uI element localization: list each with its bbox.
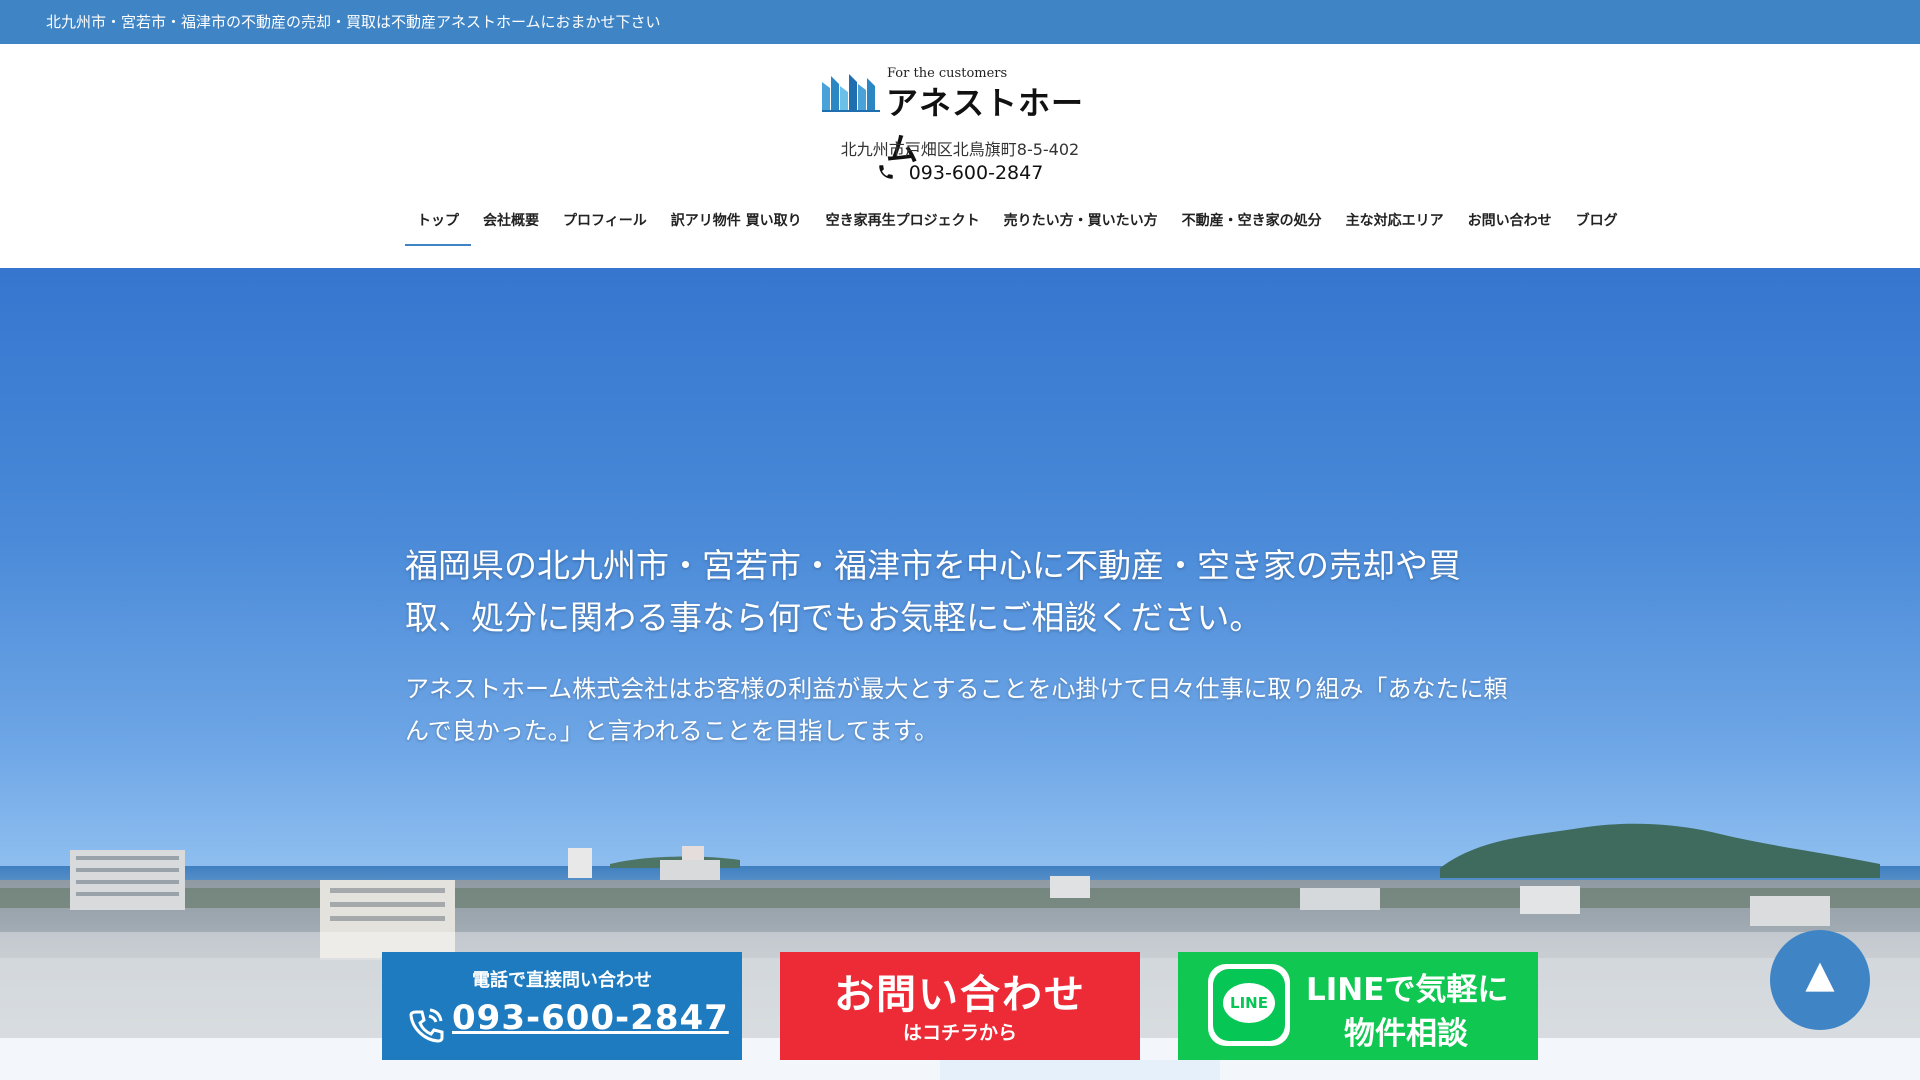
contact-cta-subtitle: はコチラから bbox=[902, 1022, 1017, 1044]
line-cta-button[interactable]: LINE LINEで気軽に 物件相談 bbox=[1178, 952, 1538, 1060]
nav-item-distressed-property[interactable]: 訳アリ物件 買い取り bbox=[659, 210, 814, 246]
hero-text-block: 福岡県の北九州市・宮若市・福津市を中心に不動産・空き家の売却や買取、処分に関わる… bbox=[405, 540, 1515, 752]
hero-banner: 福岡県の北九州市・宮若市・福津市を中心に不動産・空き家の売却や買取、処分に関わる… bbox=[0, 268, 1920, 1038]
hero-body: アネストホーム株式会社はお客様の利益が最大とすることを心掛けて日々仕事に取り組み… bbox=[405, 675, 1508, 745]
building-logo-icon bbox=[822, 74, 880, 112]
arrow-up-icon: ▲ bbox=[1805, 952, 1835, 996]
line-icon-label: LINE bbox=[1230, 994, 1268, 1012]
header-phone-number: 093-600-2847 bbox=[908, 162, 1044, 184]
hero-headline: 福岡県の北九州市・宮若市・福津市を中心に不動産・空き家の売却や買取、処分に関わる… bbox=[405, 546, 1461, 637]
nav-item-company[interactable]: 会社概要 bbox=[471, 210, 551, 246]
company-address: 北九州市戸畑区北鳥旗町8-5-402 bbox=[840, 140, 1080, 159]
nav-item-contact[interactable]: お問い合わせ bbox=[1456, 210, 1564, 246]
nav-item-sell-buy[interactable]: 売りたい方・買いたい方 bbox=[992, 210, 1170, 246]
phone-cta-button[interactable]: 電話で直接問い合わせ 093-600-2847 bbox=[382, 952, 742, 1060]
site-logo[interactable]: For the customers アネストホーム bbox=[822, 66, 1100, 168]
nav-item-blog[interactable]: ブログ bbox=[1564, 210, 1630, 246]
main-nav: トップ 会社概要 プロフィール 訳アリ物件 買い取り 空き家再生プロジェクト 売… bbox=[405, 210, 1630, 250]
phone-cta-caption: 電話で直接問い合わせ bbox=[472, 970, 652, 991]
nav-item-top[interactable]: トップ bbox=[405, 210, 471, 246]
header-phone[interactable]: 093-600-2847 bbox=[0, 162, 1920, 184]
scroll-to-top-button[interactable]: ▲ bbox=[1770, 930, 1870, 1030]
handset-icon bbox=[409, 1008, 444, 1043]
nav-item-disposal[interactable]: 不動産・空き家の処分 bbox=[1170, 210, 1334, 246]
site-header: For the customers アネストホーム 北九州市戸畑区北鳥旗町8-5… bbox=[0, 44, 1920, 268]
top-announcement-bar: 北九州市・宮若市・福津市の不動産の売却・買取は不動産アネストホームにおまかせ下さ… bbox=[0, 0, 1920, 44]
phone-cta-number: 093-600-2847 bbox=[452, 998, 729, 1038]
section-accent-bar bbox=[940, 1060, 1220, 1080]
line-icon-background: LINE bbox=[1213, 969, 1285, 1041]
line-cta-line2: 物件相談 bbox=[1344, 1016, 1468, 1052]
nav-item-service-area[interactable]: 主な対応エリア bbox=[1334, 210, 1456, 246]
contact-cta-button[interactable]: お問い合わせ はコチラから bbox=[780, 952, 1140, 1060]
line-icon: LINE bbox=[1208, 964, 1290, 1046]
nav-item-profile[interactable]: プロフィール bbox=[551, 210, 659, 246]
nav-item-vacant-house-project[interactable]: 空き家再生プロジェクト bbox=[814, 210, 992, 246]
announcement-text: 北九州市・宮若市・福津市の不動産の売却・買取は不動産アネストホームにおまかせ下さ… bbox=[46, 13, 661, 31]
contact-cta-title: お問い合わせ bbox=[834, 972, 1086, 1018]
line-cta-line1: LINEで気軽に bbox=[1306, 972, 1509, 1008]
phone-icon bbox=[878, 165, 893, 179]
